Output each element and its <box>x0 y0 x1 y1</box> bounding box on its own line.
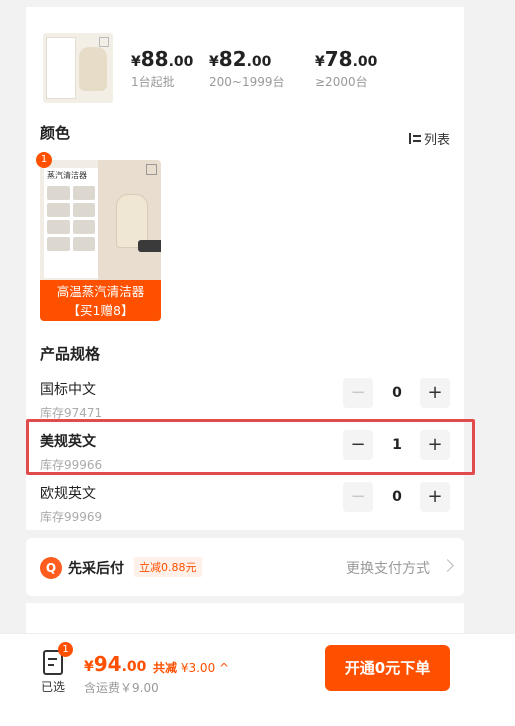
increment-button[interactable]: + <box>420 482 450 512</box>
list-view-toggle[interactable]: 列表 <box>408 129 450 148</box>
discount-tag: 立减0.88元 <box>134 557 202 577</box>
spec-section-title: 产品规格 <box>40 345 101 363</box>
submit-order-button[interactable]: 开通0元下单 <box>325 645 450 691</box>
next-card-edge <box>26 603 464 633</box>
shipping-fee: 含运费￥9.00 <box>84 681 159 695</box>
change-payment-link[interactable]: 更换支付方式 <box>346 558 430 578</box>
increment-button[interactable]: + <box>420 378 450 408</box>
price-tier-1: ¥88.00 1台起批 <box>131 47 194 89</box>
selected-count-badge: 1 <box>36 152 52 168</box>
product-thumbnail[interactable] <box>43 33 113 103</box>
selection-highlight-box <box>26 419 475 475</box>
price-tier-2: ¥82.00 200~1999台 <box>209 47 285 89</box>
spec-row-cn: 国标中文 库存97471 − 0 + <box>40 377 450 425</box>
selection-count-badge: 1 <box>58 642 73 657</box>
discount-toggle[interactable]: 共减 ¥3.00 ^ <box>153 659 229 676</box>
quantity-value[interactable]: 0 <box>378 482 416 512</box>
color-option-label: 高温蒸汽清洁器 【买1赠8】 <box>40 280 161 321</box>
decrement-button[interactable]: − <box>343 482 373 512</box>
list-icon <box>408 133 421 144</box>
color-section-title: 颜色 <box>40 124 71 142</box>
zoom-icon[interactable] <box>146 164 157 175</box>
bottom-action-bar: 1 已选 ¥94.00 共减 ¥3.00 ^ 含运费￥9.00 开通0元下单 <box>0 633 515 726</box>
spec-row-eu: 欧规英文 库存99969 − 0 + <box>40 481 450 529</box>
color-option-steam-cleaner[interactable]: 蒸汽清洁器 高温蒸汽清洁器 【买1赠8】 <box>40 160 161 321</box>
quantity-value[interactable]: 0 <box>378 378 416 408</box>
zoom-icon[interactable] <box>99 37 109 47</box>
caret-up-icon: ^ <box>219 661 230 675</box>
decrement-button[interactable]: − <box>343 378 373 408</box>
pay-later-icon: Q <box>40 557 62 579</box>
chevron-right-icon <box>441 559 454 572</box>
price-tier-3: ¥78.00 ≥2000台 <box>315 47 378 89</box>
total-price: ¥94.00 <box>84 652 147 676</box>
pay-later-row[interactable]: Q 先采后付 立减0.88元 更换支付方式 <box>26 538 464 596</box>
